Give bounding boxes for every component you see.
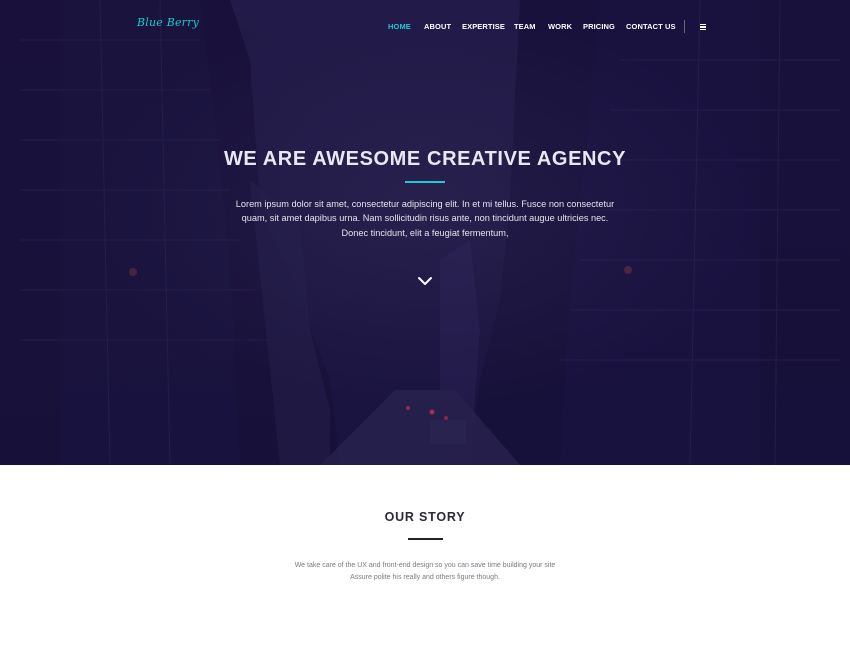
hero-description: Lorem ipsum dolor sit amet, consectetur … (235, 199, 615, 238)
hamburger-menu-icon[interactable] (700, 24, 706, 31)
nav-divider (684, 20, 685, 33)
nav-item-about[interactable]: ABOUT (424, 22, 451, 31)
hero-title: WE ARE AWESOME CREATIVE AGENCY (223, 148, 627, 170)
chevron-down-icon[interactable] (417, 275, 433, 287)
nav-item-home[interactable]: HOME (388, 22, 411, 31)
story-line-1: We take care of the UX and front-end des… (294, 562, 556, 569)
nav-item-team[interactable]: TEAM (514, 22, 536, 31)
story-description: We take care of the UX and front-end des… (270, 560, 580, 583)
main-nav: HOME ABOUT EXPERTISE TEAM WORK PRICING C… (0, 22, 850, 34)
nav-item-contact-us[interactable]: CONTACT US (626, 22, 676, 31)
nav-item-expertise[interactable]: EXPERTISE (462, 22, 505, 31)
story-title-underline (408, 538, 443, 540)
story-title: OUR STORY (384, 510, 466, 524)
hero-title-underline (405, 181, 445, 183)
nav-item-pricing[interactable]: PRICING (583, 22, 615, 31)
story-line-2: Assure polite his really and others figu… (350, 573, 500, 581)
nav-item-work[interactable]: WORK (548, 22, 572, 31)
